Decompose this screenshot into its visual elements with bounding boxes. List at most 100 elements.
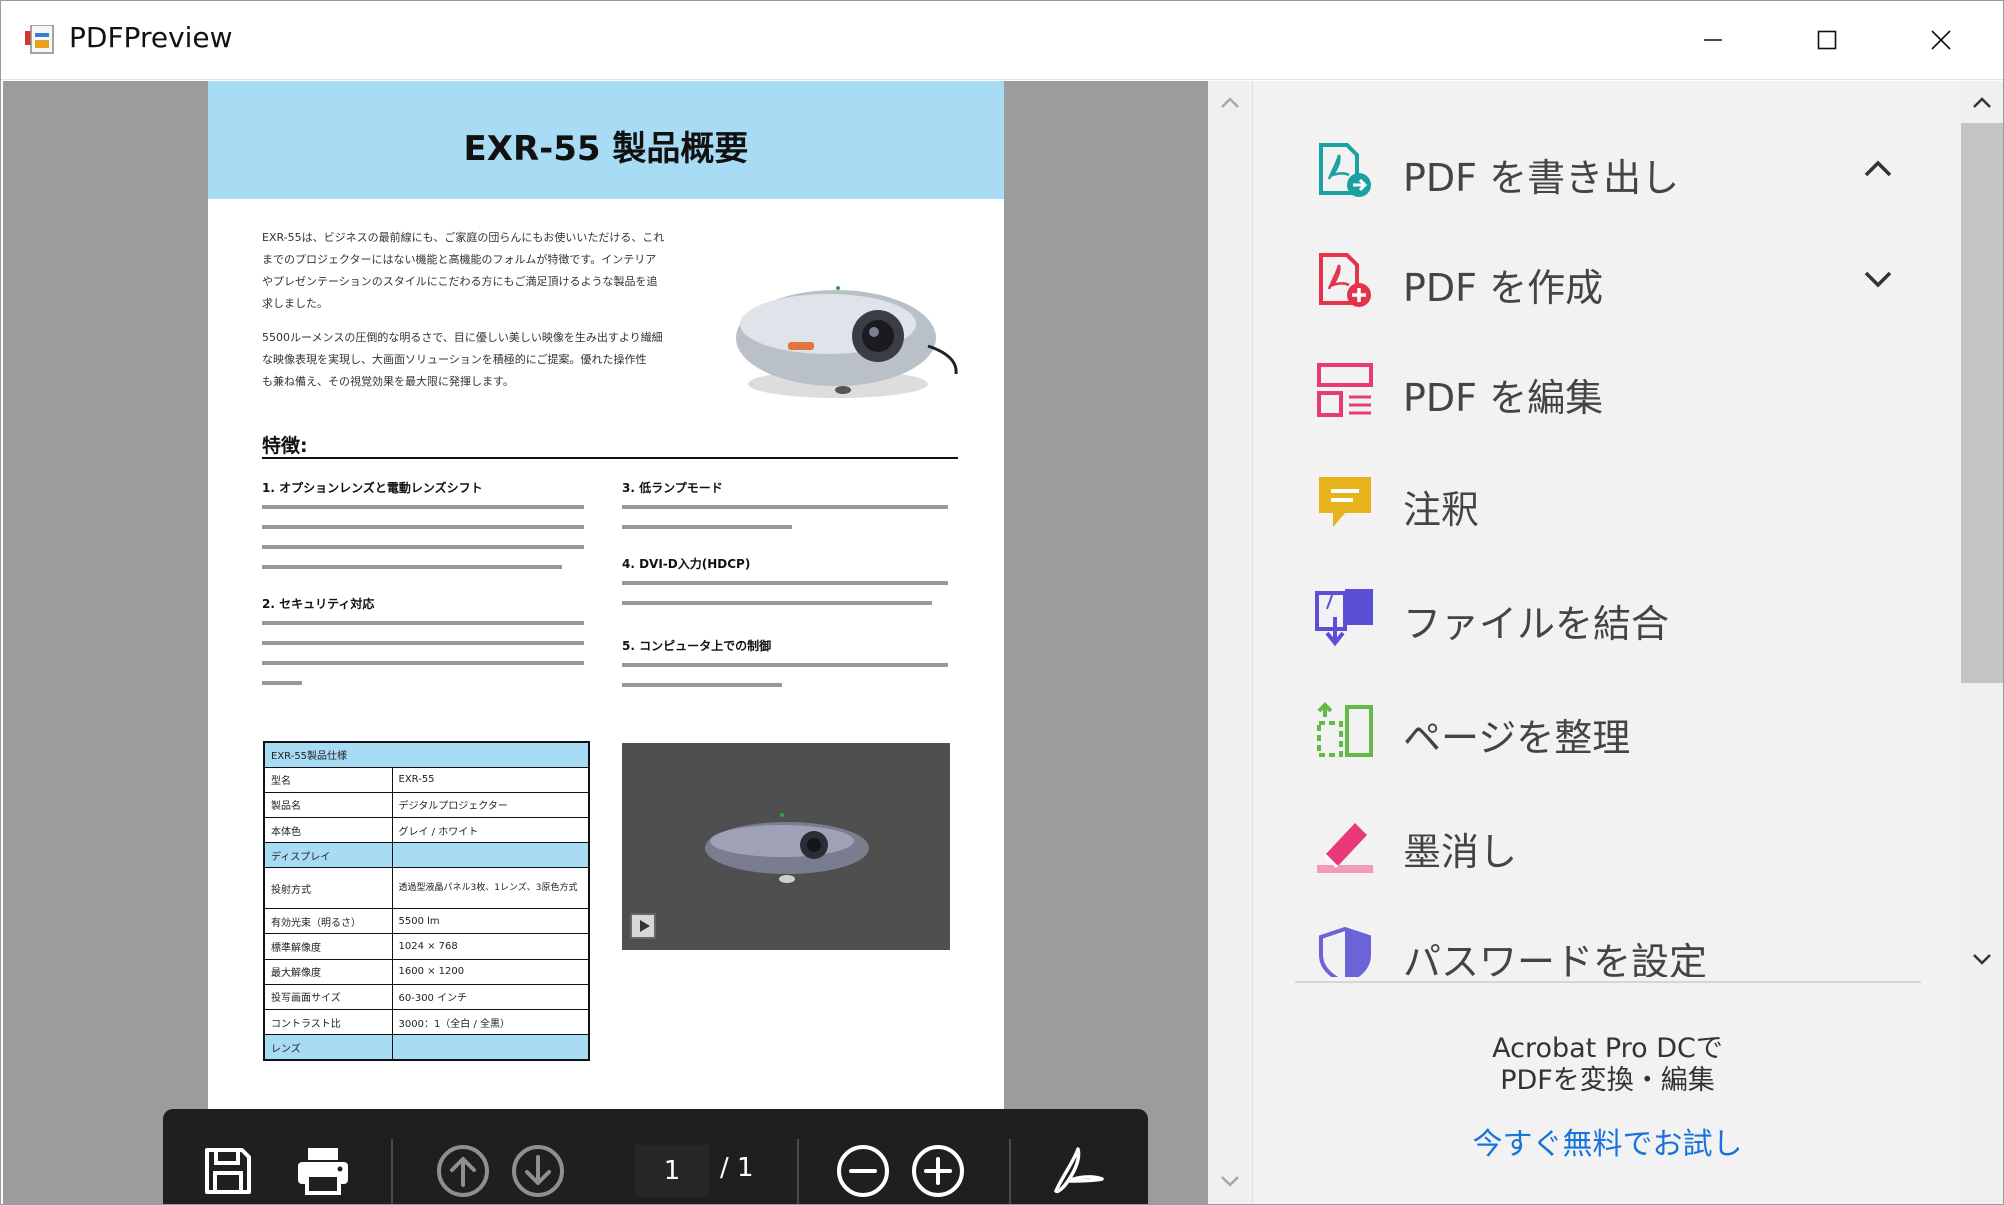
feature-title: 3. 低ランプモード (622, 481, 723, 495)
acrobat-button[interactable] (1048, 1141, 1108, 1201)
spec-value: デジタルプロジェクター (391, 791, 590, 819)
spec-value (391, 842, 590, 869)
spec-value: グレイ / ホワイト (391, 817, 590, 844)
text-line (622, 683, 782, 687)
promo-line-1: Acrobat Pro DCで (1492, 1033, 1723, 1064)
document-title: EXR-55 製品概要 (463, 129, 749, 169)
features-heading: 特徴: (262, 435, 308, 457)
tool-comment[interactable]: 注釈 (1283, 455, 1903, 551)
text-line (622, 663, 948, 667)
tool-edit-pdf[interactable]: PDF を編集 (1283, 343, 1903, 439)
spec-value: EXR-55 (391, 766, 590, 793)
spec-key: 投射方式 (263, 867, 393, 910)
text-line (262, 505, 584, 509)
spec-value (391, 1034, 590, 1061)
scroll-down-icon[interactable] (1970, 947, 1994, 971)
table-row: 標準解像度 1024 × 768 (263, 933, 590, 960)
app-window: PDFPreview EXR-55 製品概要 EXR-55は、ビジネスの最前線に… (0, 0, 2004, 1205)
video-player[interactable] (622, 743, 950, 950)
app-icon (25, 25, 54, 54)
toolbar-separator (797, 1139, 799, 1204)
scrollbar-thumb[interactable] (1961, 123, 2003, 683)
scroll-up-icon[interactable] (1218, 91, 1242, 115)
viewer-scrollbar[interactable] (1208, 81, 1252, 1204)
tool-label: 注釈 (1403, 488, 1480, 532)
save-button[interactable] (198, 1141, 258, 1201)
free-trial-link[interactable]: 今すぐ無料でお試し (1253, 1119, 1962, 1163)
intro-line: までのプロジェクターにはない機能と高機能のフォルムが特徴です。インテリア (262, 253, 657, 266)
tool-organize-pages[interactable]: ページを整理 (1283, 683, 1903, 779)
chevron-down-icon[interactable] (1863, 269, 1893, 289)
next-page-button[interactable] (508, 1141, 568, 1201)
zoom-in-button[interactable] (908, 1141, 968, 1201)
combine-files-icon (1315, 589, 1373, 647)
table-row: 投射方式 透過型液晶パネル3枚、1レンズ、3原色方式 (263, 867, 590, 910)
tool-label: パスワードを設定 (1403, 940, 1708, 977)
organize-pages-icon (1317, 702, 1373, 757)
table-row: 有効光束（明るさ） 5500 lm (263, 908, 590, 935)
toolbar-separator (1009, 1139, 1011, 1204)
tool-create-pdf[interactable]: PDF を作成 (1283, 233, 1903, 329)
pdf-viewer[interactable]: EXR-55 製品概要 EXR-55は、ビジネスの最前線にも、ご家庭の団らんにも… (3, 81, 1208, 1204)
panel-scrollbar[interactable] (1961, 81, 2003, 1204)
tool-redact[interactable]: 墨消し (1283, 797, 1903, 893)
spec-key: 投写画面サイズ (263, 983, 393, 1010)
table-row: 最大解像度 1600 × 1200 (263, 958, 590, 985)
intro-line: やプレゼンテーションのスタイルにこだわる方にもご満足頂けるような製品を追 (262, 275, 658, 288)
table-row: 本体色 グレイ / ホワイト (263, 817, 590, 844)
promo-text: Acrobat Pro DCで PDFを変換・編集 (1253, 1033, 1962, 1097)
text-line (262, 661, 584, 665)
maximize-button[interactable] (1770, 1, 1884, 79)
scroll-up-icon[interactable] (1970, 91, 1994, 115)
previous-page-button[interactable] (433, 1141, 493, 1201)
zoom-out-icon (837, 1145, 889, 1197)
tool-export-pdf[interactable]: PDF を書き出し (1283, 123, 1903, 219)
intro-line: 5500ルーメンスの圧倒的な明るさで、目に優しい美しい映像を生み出すより繊細 (262, 331, 663, 344)
spec-value: 1600 × 1200 (391, 958, 590, 985)
spec-section: レンズ (263, 1034, 393, 1061)
scroll-down-icon[interactable] (1218, 1169, 1242, 1193)
table-row: 型名 EXR-55 (263, 766, 590, 793)
spec-value: 5500 lm (391, 908, 590, 935)
intro-paragraph: EXR-55は、ビジネスの最前線にも、ご家庭の団らんにもお使いいただける、これ … (262, 227, 722, 315)
promo-line-2: PDFを変換・編集 (1500, 1065, 1715, 1096)
floating-toolbar: / 1 (163, 1109, 1148, 1204)
tool-combine-files[interactable]: ファイルを結合 (1283, 569, 1903, 665)
table-row: 製品名 デジタルプロジェクター (263, 791, 590, 819)
window-title: PDFPreview (69, 21, 233, 54)
spec-key: 最大解像度 (263, 958, 393, 985)
chevron-up-icon[interactable] (1863, 159, 1893, 179)
spec-key: 有効光束（明るさ） (263, 908, 393, 935)
minimize-button[interactable] (1656, 1, 1770, 79)
total-pages: / 1 (720, 1153, 754, 1183)
close-button[interactable] (1884, 1, 1998, 79)
current-page-input[interactable] (635, 1145, 709, 1197)
projector-image (736, 286, 958, 398)
print-button[interactable] (293, 1141, 353, 1201)
text-line (262, 681, 302, 685)
spec-key: 本体色 (263, 817, 393, 844)
tool-label: ファイルを結合 (1403, 602, 1670, 646)
play-button[interactable] (630, 913, 656, 939)
spec-key: 製品名 (263, 791, 393, 819)
tool-label: ページを整理 (1403, 716, 1631, 760)
pdf-page: EXR-55 製品概要 EXR-55は、ビジネスの最前線にも、ご家庭の団らんにも… (208, 81, 1004, 1204)
text-line (262, 621, 584, 625)
text-line (622, 581, 948, 585)
tool-set-password[interactable]: パスワードを設定 (1283, 907, 1903, 977)
table-row: コントラスト比 3000：1（全白 / 全黒） (263, 1008, 590, 1036)
intro-paragraph-2: 5500ルーメンスの圧倒的な明るさで、目に優しい美しい映像を生み出すより繊細 な… (262, 327, 722, 393)
spec-key: コントラスト比 (263, 1008, 393, 1036)
feature-title: 5. コンピュータ上での制御 (622, 639, 772, 653)
page-up-icon (437, 1145, 489, 1197)
spec-value: 1024 × 768 (391, 933, 590, 960)
text-line (622, 505, 948, 509)
intro-line: も兼ね備え、その視覚効果を最大限に発揮します。 (262, 375, 514, 388)
text-line (262, 525, 584, 529)
tool-label: PDF を書き出し (1403, 156, 1680, 200)
text-line (262, 641, 584, 645)
save-icon (205, 1148, 251, 1194)
zoom-out-button[interactable] (833, 1141, 893, 1201)
intro-line: EXR-55は、ビジネスの最前線にも、ご家庭の団らんにもお使いいただける、これ (262, 231, 665, 244)
acrobat-icon (1054, 1147, 1104, 1194)
